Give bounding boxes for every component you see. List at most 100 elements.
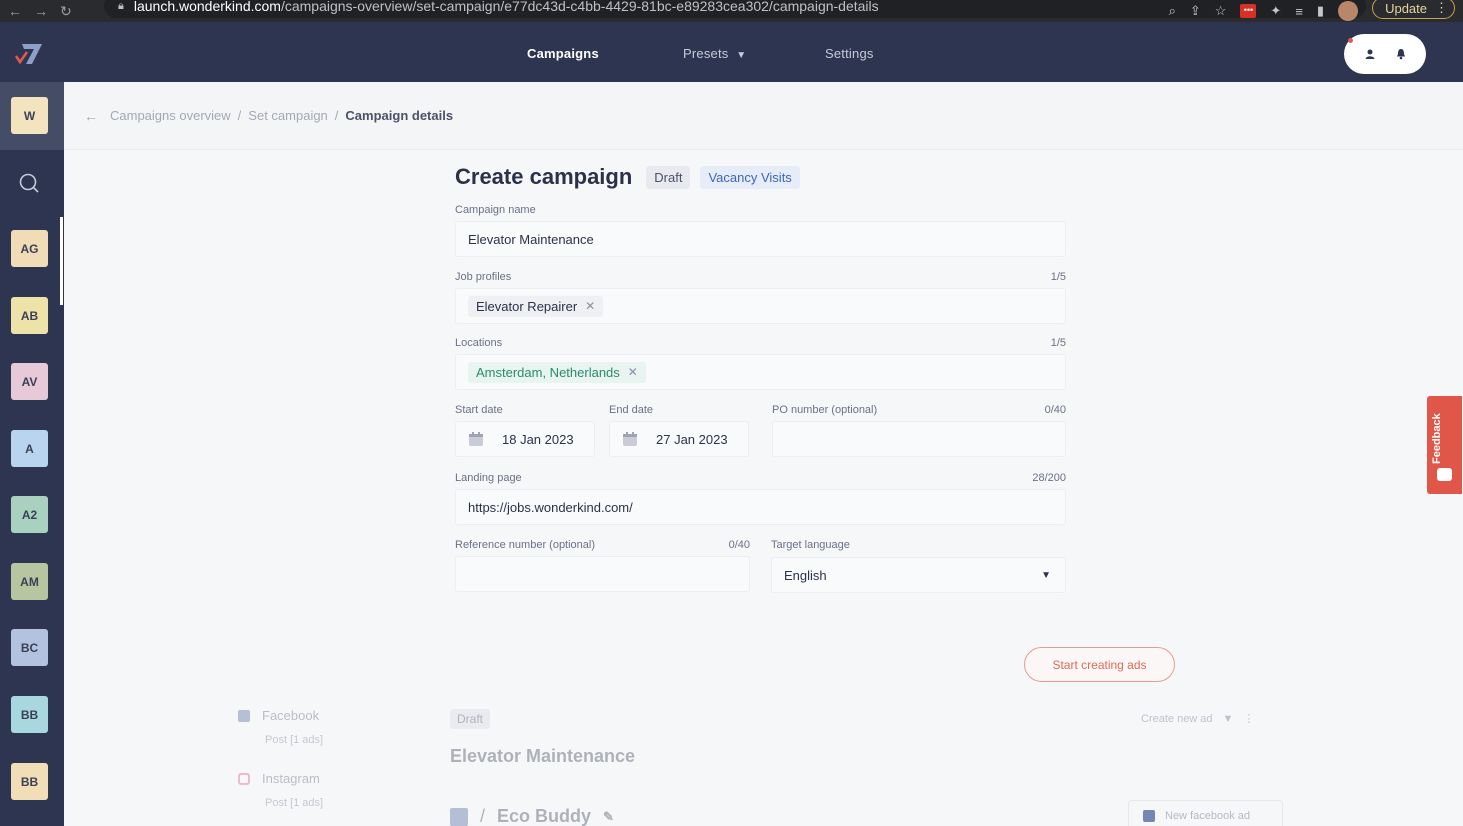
sidebar-account-8[interactable]: BB xyxy=(11,696,48,733)
campaign-name-label: Campaign name xyxy=(455,204,536,216)
back-arrow-icon[interactable]: ← xyxy=(84,108,98,124)
create-new-ad-label: Create new ad xyxy=(1141,712,1213,725)
caret-down-icon: ▼ xyxy=(736,50,747,61)
landing-page-input[interactable]: https://jobs.wonderkind.com/ xyxy=(455,489,1066,525)
nav-presets[interactable]: Presets ▼ xyxy=(683,46,746,61)
job-profiles-input[interactable]: Elevator Repairer ✕ xyxy=(455,288,1066,324)
start-date-input[interactable]: 18 Jan 2023 xyxy=(455,421,595,457)
start-date-label: Start date xyxy=(455,404,503,416)
job-profiles-counter: 1/5 xyxy=(1050,271,1066,283)
calendar-icon xyxy=(623,432,637,446)
campaign-name-input[interactable]: Elevator Maintenance xyxy=(455,221,1066,257)
breadcrumb: ← Campaigns overview / Set campaign / Ca… xyxy=(64,82,1463,150)
bell-icon[interactable] xyxy=(1395,48,1407,60)
sidebar-account-6[interactable]: AM xyxy=(11,563,48,600)
star-icon[interactable]: ☆ xyxy=(1215,3,1227,19)
title-row: Create campaign Draft Vacancy Visits xyxy=(455,164,800,190)
url-host: launch.wonderkind.com xyxy=(133,0,281,14)
facebook-icon xyxy=(238,709,250,722)
update-label: Update xyxy=(1385,0,1427,16)
profile-avatar[interactable] xyxy=(1338,1,1359,21)
end-date-input[interactable]: 27 Jan 2023 xyxy=(609,421,749,457)
breadcrumb-separator: / xyxy=(334,108,339,123)
facebook-icon xyxy=(450,807,468,826)
reference-number-input[interactable] xyxy=(455,556,750,592)
po-number-counter: 0/40 xyxy=(1044,404,1066,416)
share-icon[interactable]: ⇪ xyxy=(1190,3,1201,19)
channel-facebook-label: Facebook xyxy=(262,708,320,723)
landing-page-label: Landing page xyxy=(455,472,522,484)
sidebar-account-4[interactable]: A xyxy=(11,430,48,467)
extension-icon[interactable]: ••• xyxy=(1240,4,1257,18)
page-title: Create campaign xyxy=(455,164,633,189)
sidebar-account-7[interactable]: BC xyxy=(11,629,48,666)
reading-list-icon[interactable]: ≡ xyxy=(1295,4,1303,19)
end-date-label: End date xyxy=(609,404,654,416)
divider: / xyxy=(480,806,486,826)
update-button[interactable]: Update ⋮ xyxy=(1372,0,1455,19)
sidebar-account-0[interactable]: W xyxy=(11,97,48,134)
more-vertical-icon[interactable]: ⋮ xyxy=(1243,712,1254,725)
user-menu[interactable] xyxy=(1344,34,1426,74)
sidepanel-icon[interactable]: ▮ xyxy=(1317,3,1324,19)
breadcrumb-current: Campaign details xyxy=(345,108,454,123)
back-icon[interactable]: ← xyxy=(8,3,22,19)
campaign-type-badge: Vacancy Visits xyxy=(700,165,800,189)
feedback-label: Feedback xyxy=(1431,413,1443,464)
sidebar-account-1[interactable]: AG xyxy=(11,230,48,267)
remove-icon[interactable]: ✕ xyxy=(585,299,595,313)
nav-campaigns[interactable]: Campaigns xyxy=(527,46,599,61)
feedback-tab[interactable]: Feedback xyxy=(1427,396,1462,494)
breadcrumb-separator: / xyxy=(237,108,242,123)
sidebar-scrollbar[interactable] xyxy=(60,217,63,305)
job-profile-chip-label: Elevator Repairer xyxy=(476,298,578,314)
create-new-ad-dropdown[interactable]: Create new ad ▼ ⋮ xyxy=(1141,712,1254,726)
user-icon[interactable] xyxy=(1364,48,1376,60)
po-number-input[interactable] xyxy=(772,421,1066,457)
reference-number-counter: 0/40 xyxy=(728,539,750,551)
locations-input[interactable]: Amsterdam, Netherlands ✕ xyxy=(455,354,1066,390)
landing-page-counter: 28/200 xyxy=(1032,472,1066,484)
job-profiles-label: Job profiles xyxy=(455,271,512,283)
url-path: /campaigns-overview/set-campaign/e77dc43… xyxy=(280,0,879,14)
app-header: Campaigns Presets ▼ Settings xyxy=(0,22,1463,82)
target-language-label: Target language xyxy=(771,539,850,551)
reload-icon[interactable]: ↻ xyxy=(60,3,72,20)
caret-down-icon: ▼ xyxy=(1041,570,1051,581)
channel-instagram[interactable]: Instagram xyxy=(238,771,320,786)
reference-number-label: Reference number (optional) xyxy=(455,539,596,551)
channel-facebook-sub: Post [1 ads] xyxy=(265,734,324,746)
start-creating-ads-button[interactable]: Start creating ads xyxy=(1024,647,1175,682)
channel-instagram-label: Instagram xyxy=(262,771,320,786)
account-sidebar: W AG AB AV A A2 AM BC BB BB xyxy=(0,82,64,826)
target-language-value: English xyxy=(784,567,827,583)
calendar-icon xyxy=(469,432,483,446)
channel-facebook[interactable]: Facebook xyxy=(238,708,319,723)
end-date-value: 27 Jan 2023 xyxy=(656,431,728,447)
ad-campaign-title: Elevator Maintenance xyxy=(450,746,636,766)
sidebar-account-9[interactable]: BB xyxy=(11,763,48,800)
new-facebook-ad-button[interactable]: New facebook ad xyxy=(1128,800,1283,826)
sidebar-account-5[interactable]: A2 xyxy=(11,496,48,533)
po-number-label: PO number (optional) xyxy=(772,404,878,416)
status-badge: Draft xyxy=(646,165,691,189)
breadcrumb-campaigns-overview[interactable]: Campaigns overview xyxy=(110,108,231,123)
sidebar-account-3[interactable]: AV xyxy=(11,363,48,400)
zoom-icon[interactable]: ⌕ xyxy=(1169,3,1176,19)
sidebar-account-2[interactable]: AB xyxy=(11,297,48,334)
location-chip: Amsterdam, Netherlands ✕ xyxy=(468,361,646,383)
puzzle-icon[interactable]: ✦ xyxy=(1270,3,1281,19)
search-icon[interactable] xyxy=(18,172,40,194)
caret-down-icon: ▼ xyxy=(1222,712,1234,725)
browser-nav: ← → ↻ xyxy=(8,0,72,22)
forward-icon[interactable]: → xyxy=(34,3,48,19)
remove-icon[interactable]: ✕ xyxy=(628,365,638,379)
target-language-select[interactable]: English ▼ xyxy=(771,557,1066,593)
browser-toolbar: ← → ↻ 🔒︎ launch.wonderkind.com /campaign… xyxy=(0,0,1463,22)
channel-instagram-sub: Post [1 ads] xyxy=(265,797,324,809)
nav-settings[interactable]: Settings xyxy=(825,46,874,61)
edit-pencil-icon[interactable]: ✎ xyxy=(603,809,614,825)
breadcrumb-set-campaign[interactable]: Set campaign xyxy=(248,108,328,123)
lock-icon: 🔒︎ xyxy=(118,0,124,12)
notification-dot xyxy=(1348,38,1353,43)
